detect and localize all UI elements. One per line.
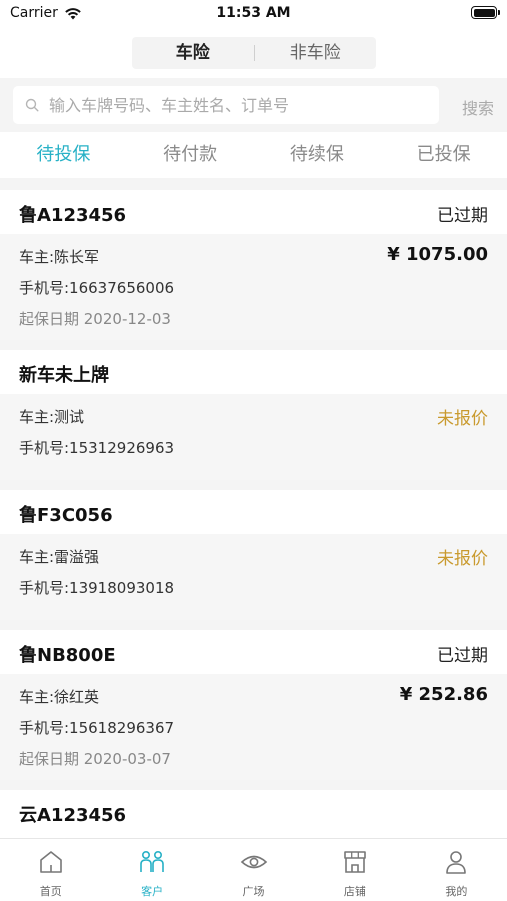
tabbar-customers[interactable]: 客户 [101, 839, 202, 901]
owner-name: 车主:陈长军 [19, 248, 100, 266]
profile-icon [446, 851, 467, 874]
price: ¥ 252.86 [399, 684, 488, 705]
start-date: 起保日期 2020-12-03 [19, 310, 171, 328]
order-card-header: 新车未上牌 [0, 350, 507, 394]
order-status: 已过期 [437, 206, 488, 226]
divider [0, 340, 507, 350]
eye-icon [240, 855, 267, 869]
tabbar-store[interactable]: 店铺 [304, 839, 405, 901]
tabbar-label: 客户 [141, 885, 164, 898]
order-card[interactable]: 鲁F3C056 车主:雷溢强 未报价 手机号:13918093018 [0, 490, 507, 620]
tab-pending-insure[interactable]: 待投保 [0, 132, 127, 178]
clock: 11:53 AM [216, 5, 291, 21]
start-date: 起保日期 2020-03-07 [19, 750, 171, 768]
store-icon [344, 851, 366, 873]
order-card-body: 车主:测试 未报价 手机号:15312926963 [0, 394, 507, 480]
order-card-body: 车主:雷溢强 未报价 手机号:13918093018 [0, 534, 507, 620]
order-status-tabs: 待投保 待付款 待续保 已投保 [0, 132, 507, 178]
tabbar-home[interactable]: 首页 [0, 839, 101, 901]
order-card-body: 车主:陈长军 ¥ 1075.00 手机号:16637656006 起保日期 20… [0, 234, 507, 340]
tabbar-square[interactable]: 广场 [203, 839, 304, 901]
order-card-header: 鲁F3C056 [0, 490, 507, 534]
owner-name: 车主:测试 [19, 408, 85, 426]
search-input[interactable] [49, 95, 409, 115]
order-card-body: 车主:徐红英 ¥ 252.86 手机号:15618296367 起保日期 202… [0, 674, 507, 780]
status-bar: Carrier 11:53 AM [0, 0, 507, 28]
customers-icon [140, 850, 164, 872]
plate-number: 云A123456 [19, 805, 127, 826]
divider [0, 480, 507, 490]
phone-number: 手机号:13918093018 [19, 579, 175, 597]
order-card[interactable]: 新车未上牌 车主:测试 未报价 手机号:15312926963 [0, 350, 507, 480]
phone-number: 手机号:16637656006 [19, 279, 175, 297]
divider [0, 620, 507, 630]
order-status: 已过期 [437, 646, 488, 666]
tabbar-profile[interactable]: 我的 [406, 839, 507, 901]
order-card[interactable]: 鲁NB800E 已过期 车主:徐红英 ¥ 252.86 手机号:15618296… [0, 630, 507, 780]
bottom-tab-bar: 首页 客户 广场 店铺 我的 [0, 838, 507, 901]
phone-number: 手机号:15618296367 [19, 719, 175, 737]
tab-pending-payment[interactable]: 待付款 [127, 132, 254, 178]
tab-insured[interactable]: 已投保 [380, 132, 507, 178]
insurance-type-switch: 车险 非车险 [132, 37, 376, 69]
price: ¥ 1075.00 [387, 244, 488, 265]
order-card-header: 鲁NB800E 已过期 [0, 630, 507, 674]
plate-number: 鲁A123456 [19, 205, 127, 226]
plate-number: 鲁NB800E [19, 645, 116, 666]
quote-status: 未报价 [437, 549, 488, 569]
search-icon [25, 98, 39, 112]
tabbar-label: 我的 [445, 885, 468, 898]
owner-name: 车主:徐红英 [19, 688, 100, 706]
divider [0, 178, 507, 190]
order-card[interactable]: 云A123456 [0, 790, 507, 838]
owner-name: 车主:雷溢强 [19, 548, 100, 566]
tabbar-label: 店铺 [343, 885, 366, 898]
tabbar-label: 广场 [242, 885, 265, 898]
order-card[interactable]: 鲁A123456 已过期 车主:陈长军 ¥ 1075.00 手机号:166376… [0, 190, 507, 340]
tab-pending-renewal[interactable]: 待续保 [254, 132, 381, 178]
home-icon [39, 851, 62, 873]
order-card-header: 鲁A123456 已过期 [0, 190, 507, 234]
search-button[interactable]: 搜索 [462, 95, 494, 119]
segment-car-insurance[interactable]: 车险 [132, 37, 254, 69]
quote-status: 未报价 [437, 409, 488, 429]
plate-number: 新车未上牌 [19, 365, 109, 386]
battery-icon [471, 6, 500, 19]
phone-number: 手机号:15312926963 [19, 439, 175, 457]
search-bar: 搜索 [0, 78, 507, 132]
search-box[interactable] [13, 86, 439, 124]
segment-non-car-insurance[interactable]: 非车险 [255, 37, 377, 69]
plate-number: 鲁F3C056 [19, 505, 113, 526]
divider [0, 780, 507, 790]
order-card-header: 云A123456 [0, 790, 507, 834]
tabbar-label: 首页 [39, 885, 62, 898]
